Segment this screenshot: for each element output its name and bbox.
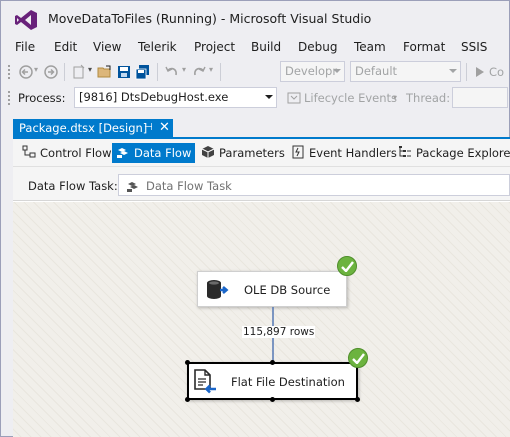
menu-edit[interactable]: Edit bbox=[54, 40, 77, 54]
selection-handle[interactable] bbox=[270, 397, 275, 402]
document-tab-label: Package.dtsx [Design] bbox=[19, 121, 148, 135]
data-flow-task-bar: Data Flow Task: Data Flow Task bbox=[13, 167, 510, 201]
chevron-down-icon bbox=[333, 69, 341, 73]
flat-file-destination-success-icon bbox=[348, 348, 368, 368]
forward-icon[interactable] bbox=[43, 64, 59, 80]
standard-toolbar: ▾ ▾ ▾ ▾ Developr Default Co bbox=[1, 59, 509, 85]
redo-icon[interactable] bbox=[191, 64, 207, 80]
menu-debug[interactable]: Debug bbox=[298, 40, 337, 54]
new-project-icon[interactable] bbox=[71, 64, 87, 80]
ole-db-source-label: OLE DB Source bbox=[244, 283, 331, 297]
continue-label[interactable]: Co bbox=[489, 65, 504, 79]
solution-configuration-value: Developr bbox=[285, 64, 338, 78]
flat-file-destination-label: Flat File Destination bbox=[231, 375, 345, 389]
document-tab-package[interactable]: Package.dtsx [Design] ⊣ ✕ bbox=[13, 119, 173, 137]
selection-handle[interactable] bbox=[270, 360, 275, 365]
solution-configuration-combo[interactable]: Developr bbox=[280, 61, 345, 82]
data-flow-task-label: Data Flow Task: bbox=[28, 179, 118, 193]
toolbar-grip[interactable] bbox=[7, 90, 11, 106]
window-title: MoveDataToFiles (Running) - Microsoft Vi… bbox=[48, 11, 372, 26]
debug-location-toolbar: Process: [9816] DtsDebugHost.exe Lifecyc… bbox=[1, 85, 509, 111]
tab-label: Parameters bbox=[219, 146, 285, 160]
flat-file-destination-icon bbox=[194, 369, 216, 394]
process-label: Process: bbox=[18, 91, 66, 105]
menu-build[interactable]: Build bbox=[251, 40, 281, 54]
undo-dropdown-icon[interactable]: ▾ bbox=[182, 65, 186, 74]
lifecycle-events-icon[interactable] bbox=[286, 90, 302, 106]
menu-ssis[interactable]: SSIS bbox=[461, 40, 487, 54]
toolbar-separator bbox=[64, 63, 65, 81]
ssis-designer: Control Flow Data Flow Parameters Event … bbox=[13, 139, 510, 437]
thread-label: Thread: bbox=[406, 91, 451, 105]
menu-format[interactable]: Format bbox=[403, 40, 445, 54]
selection-handle[interactable] bbox=[185, 397, 190, 402]
chevron-down-icon bbox=[449, 69, 457, 73]
close-icon[interactable]: ✕ bbox=[159, 120, 170, 135]
data-flow-task-icon bbox=[127, 182, 138, 192]
flat-file-destination-component[interactable]: Flat File Destination bbox=[187, 362, 358, 400]
tab-data-flow[interactable]: Data Flow bbox=[112, 143, 196, 163]
tab-label: Package Explorer bbox=[416, 146, 510, 160]
selection-handle[interactable] bbox=[355, 397, 360, 402]
lifecycle-events-label[interactable]: Lifecycle Events bbox=[304, 91, 397, 105]
chevron-down-icon bbox=[265, 95, 273, 99]
menu-project[interactable]: Project bbox=[194, 40, 235, 54]
data-flow-task-combo[interactable]: Data Flow Task bbox=[118, 174, 510, 196]
tab-label: Control Flow bbox=[40, 146, 112, 160]
menu-view[interactable]: View bbox=[93, 40, 121, 54]
open-folder-icon[interactable] bbox=[97, 64, 113, 80]
parameters-icon bbox=[201, 146, 215, 158]
tab-event-handlers[interactable]: Event Handlers bbox=[287, 143, 401, 163]
process-value: [9816] DtsDebugHost.exe bbox=[79, 90, 229, 104]
back-icon[interactable] bbox=[18, 64, 34, 80]
selection-handle[interactable] bbox=[185, 360, 190, 365]
ole-db-source-component[interactable]: OLE DB Source bbox=[197, 271, 347, 307]
title-bar: MoveDataToFiles (Running) - Microsoft Vi… bbox=[1, 1, 509, 37]
tab-parameters[interactable]: Parameters bbox=[197, 143, 289, 163]
back-dropdown-icon[interactable]: ▾ bbox=[34, 65, 38, 74]
pin-icon[interactable]: ⊣ bbox=[144, 122, 153, 133]
continue-icon[interactable] bbox=[472, 64, 488, 80]
control-flow-icon bbox=[22, 145, 36, 158]
data-flow-icon bbox=[117, 148, 128, 158]
menu-telerik[interactable]: Telerik bbox=[138, 40, 177, 54]
save-icon[interactable] bbox=[116, 64, 132, 80]
new-dropdown-icon[interactable]: ▾ bbox=[88, 65, 92, 74]
toolbar-separator bbox=[220, 63, 221, 81]
toolbar-separator bbox=[157, 63, 158, 81]
solution-platform-value: Default bbox=[355, 64, 398, 78]
tab-label: Event Handlers bbox=[309, 146, 397, 160]
event-handlers-icon bbox=[292, 145, 304, 159]
toolbar-separator bbox=[466, 63, 467, 81]
rows-count-label: 115,897 rows bbox=[242, 326, 316, 338]
solution-platform-combo[interactable]: Default bbox=[350, 61, 461, 82]
lifecycle-dropdown-icon[interactable]: ▾ bbox=[393, 93, 397, 102]
save-all-icon[interactable] bbox=[135, 64, 151, 80]
data-flow-canvas[interactable]: OLE DB Source 115,897 rows Flat File Des… bbox=[13, 202, 510, 437]
toolbar-grip[interactable] bbox=[7, 64, 11, 80]
tab-control-flow[interactable]: Control Flow bbox=[18, 143, 115, 163]
visual-studio-logo-icon bbox=[15, 10, 37, 30]
tab-package-explorer[interactable]: Package Explorer bbox=[394, 143, 510, 163]
redo-dropdown-icon[interactable]: ▾ bbox=[209, 65, 213, 74]
visual-studio-window: MoveDataToFiles (Running) - Microsoft Vi… bbox=[0, 0, 510, 437]
thread-combo[interactable] bbox=[452, 87, 508, 108]
ole-db-source-success-icon bbox=[337, 256, 357, 276]
menu-bar: File Edit View Telerik Project Build Deb… bbox=[1, 37, 509, 59]
menu-file[interactable]: File bbox=[15, 40, 35, 54]
tab-label: Data Flow bbox=[134, 146, 192, 160]
menu-team[interactable]: Team bbox=[354, 40, 386, 54]
process-combo[interactable]: [9816] DtsDebugHost.exe bbox=[74, 87, 277, 108]
designer-tab-strip: Control Flow Data Flow Parameters Event … bbox=[13, 139, 510, 167]
ole-db-source-icon bbox=[207, 280, 229, 299]
package-explorer-icon bbox=[399, 146, 411, 157]
undo-icon[interactable] bbox=[164, 64, 180, 80]
data-flow-task-value: Data Flow Task bbox=[146, 179, 232, 193]
